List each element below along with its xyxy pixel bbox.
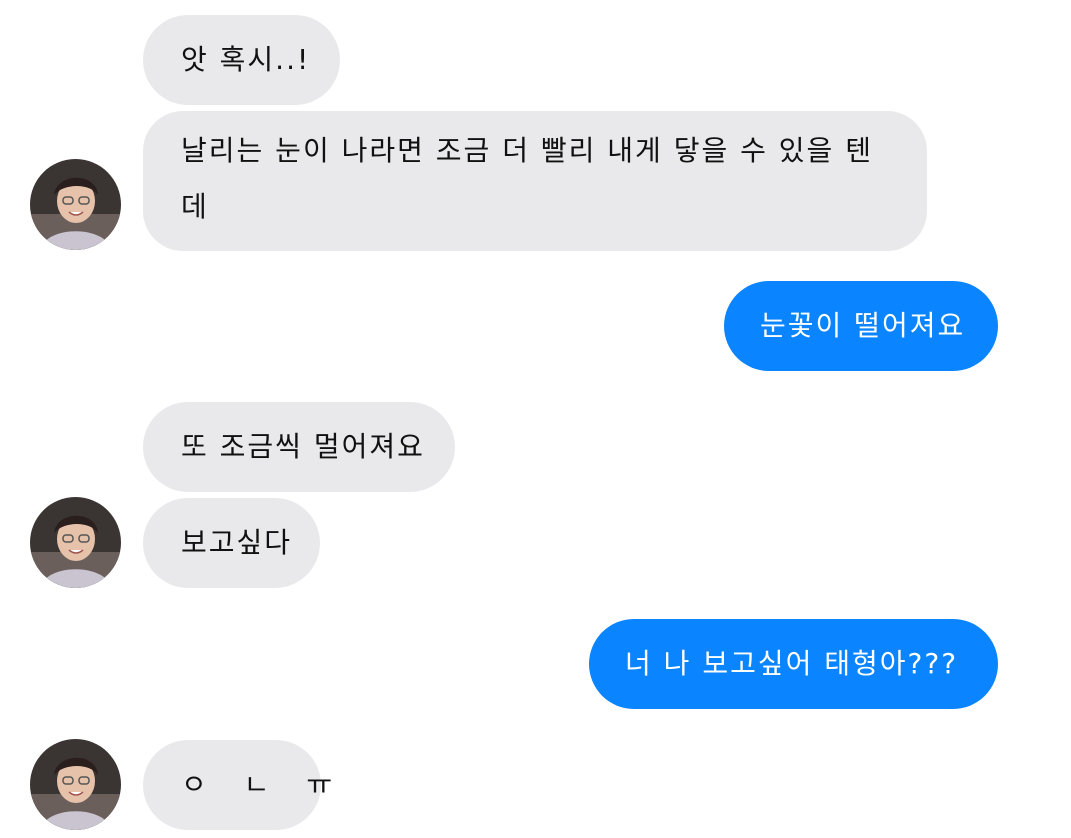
message-text: 너 나 보고싶어 태형아??? [625,647,959,680]
message-text: 날리는 눈이 나라면 조금 더 빨리 내게 닿을 수 있을 텐데 [181,134,873,223]
message-bubble-incoming[interactable]: 또 조금씩 멀어져요 [143,402,455,492]
message-bubble-outgoing[interactable]: 너 나 보고싶어 태형아??? [589,619,998,709]
contact-avatar[interactable] [30,739,121,830]
message-bubble-incoming[interactable]: 보고싶다 [143,498,320,588]
message-text: 눈꽃이 떨어져요 [760,309,966,342]
message-text: 보고싶다 [181,526,293,559]
contact-avatar[interactable] [30,159,121,250]
message-bubble-incoming[interactable]: 날리는 눈이 나라면 조금 더 빨리 내게 닿을 수 있을 텐데 [143,111,927,251]
avatar-photo-icon [30,497,121,588]
avatar-photo-icon [30,159,121,250]
message-bubble-incoming[interactable]: 앗 혹시..! [143,15,340,105]
message-bubble-incoming[interactable]: ㅇ ㄴ ㅠ [143,740,332,830]
contact-avatar[interactable] [30,497,121,588]
message-text: ㅇ ㄴ ㅠ [181,768,347,801]
message-text: 또 조금씩 멀어져요 [181,430,425,463]
message-text: 앗 혹시..! [181,43,311,76]
message-bubble-outgoing[interactable]: 눈꽃이 떨어져요 [724,281,998,371]
avatar-photo-icon [30,739,121,830]
